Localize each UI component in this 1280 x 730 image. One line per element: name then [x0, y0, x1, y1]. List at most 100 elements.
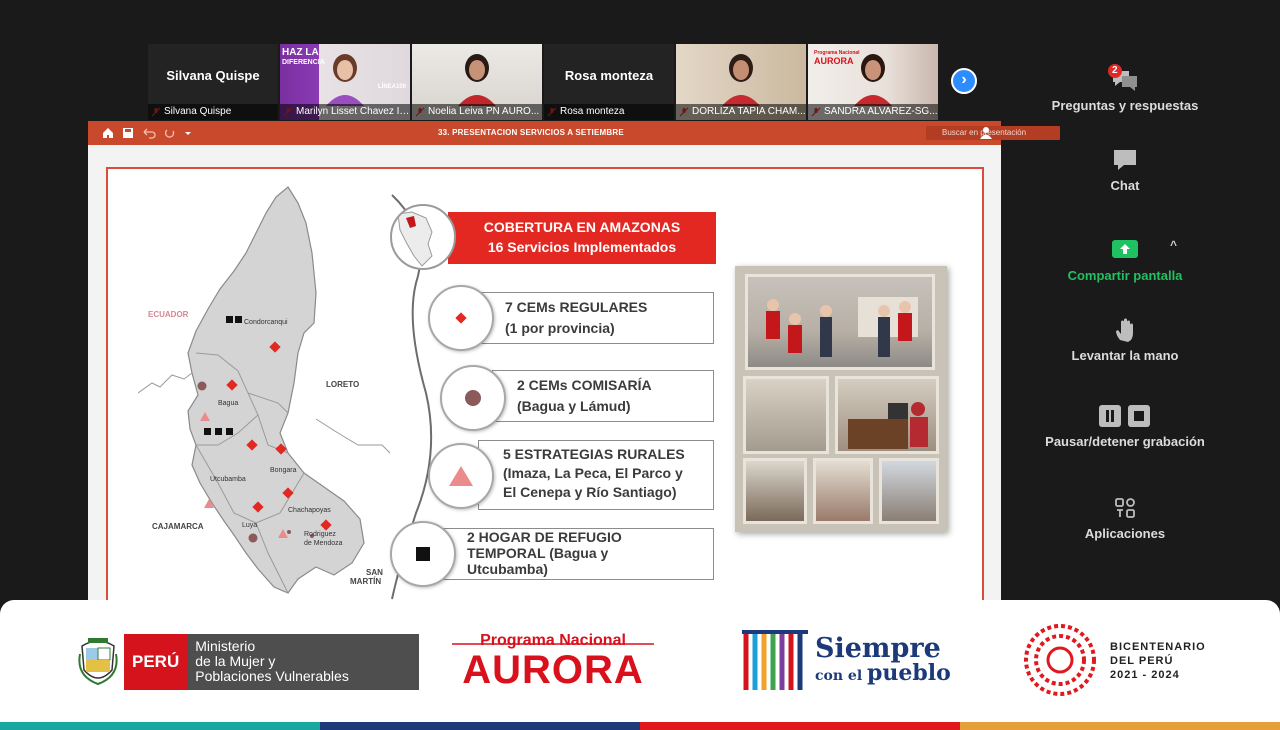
service-item-title: 2 HOGAR DE REFUGIO [467, 529, 622, 545]
qa-button[interactable]: 2 Preguntas y respuestas [1010, 64, 1240, 113]
participant-caption: DORLIZA TAPIA CHAM... [676, 104, 806, 120]
banner-title: COBERTURA EN AMAZONAS [483, 219, 681, 235]
office-photo [743, 376, 829, 454]
redo-icon[interactable] [164, 127, 176, 139]
aurora-rule [452, 643, 654, 645]
participant-tile[interactable]: Programa Nacional AURORA SANDRA ALVAREZ-… [808, 44, 938, 120]
service-item-detail: Utcubamba) [467, 561, 548, 577]
map-label-bagua: Bagua [218, 400, 239, 407]
bicentenario-text: BICENTENARIO DEL PERÚ 2021 - 2024 [1110, 640, 1206, 682]
red-diamond-icon [455, 312, 467, 324]
service-item-hogar: 2 HOGAR DE REFUGIO TEMPORAL (Bagua y Utc… [442, 528, 714, 580]
pink-triangle-icon [449, 466, 473, 486]
customize-toolbar-icon[interactable] [184, 127, 192, 139]
map-label-cajamarca: CAJAMARCA [152, 522, 204, 531]
marker-circle [428, 443, 494, 509]
service-item-title: 7 CEMs REGULARES [505, 299, 648, 315]
map-label-bongara: Bongara [270, 467, 297, 474]
service-item-detail: TEMPORAL (Bagua y [467, 545, 609, 561]
map-label-chachapoyas: Chachapoyas [288, 507, 331, 514]
service-item-title: 2 CEMs COMISARÍA [517, 377, 652, 393]
apps-button[interactable]: Aplicaciones [1010, 496, 1240, 541]
share-person-icon[interactable] [979, 126, 993, 140]
next-participants-button[interactable]: › [951, 68, 977, 94]
apps-icon [1115, 498, 1135, 518]
ministerio-line: de la Mujer y [195, 653, 276, 669]
participant-caption: SANDRA ALVAREZ-SG... [808, 104, 938, 120]
share-screen-button[interactable]: Compartir pantalla ^ [1010, 238, 1240, 283]
tile-overlay-text: HAZ LA [282, 47, 319, 58]
participant-caption: Noelia Leiva PN AURO... [412, 104, 542, 120]
room-photo-3 [879, 458, 939, 524]
marker-circle [428, 285, 494, 351]
participant-tile[interactable]: DORLIZA TAPIA CHAM... [676, 44, 806, 120]
participant-video-icon [458, 54, 496, 106]
raise-hand-label: Levantar la mano [1071, 348, 1179, 363]
participant-video-icon [722, 54, 760, 106]
aurora-wordmark: AURORA [462, 648, 644, 692]
service-item-detail: (Imaza, La Peca, El Parco y [503, 465, 683, 481]
footer-stripe [320, 722, 640, 730]
presentation-toolbar: 33. PRESENTACION SERVICIOS A SETIEMBRE B… [88, 121, 1060, 145]
ministerio-logo: PERÚ Ministerio de la Mujer y Poblacione… [78, 634, 420, 690]
zoom-meeting-window: Silvana Quispe Silvana Quispe HAZ LA DIF… [0, 0, 1280, 730]
service-item-rural: 5 ESTRATEGIAS RURALES (Imaza, La Peca, E… [478, 440, 714, 510]
participant-caption: Silvana Quispe [148, 104, 278, 120]
participant-tile[interactable]: HAZ LA DIFERENCIA LÍNEA100 Marilyn Lisse… [280, 44, 410, 120]
raise-hand-icon [1116, 318, 1133, 342]
raise-hand-button[interactable]: Levantar la mano [1010, 318, 1240, 363]
map-label-condorcanqui: Condorcanqui [244, 319, 288, 326]
participant-name: Silvana Quispe [166, 67, 260, 83]
pause-stop-recording-button[interactable]: Pausar/detener grabación [1010, 404, 1240, 449]
chat-label: Chat [1110, 178, 1140, 193]
map-label-rodriguez: Rodriguez [304, 531, 336, 538]
qa-label: Preguntas y respuestas [1051, 98, 1199, 113]
undo-icon[interactable] [142, 127, 156, 139]
siempre-con-el-pueblo-logo-icon [742, 630, 808, 690]
pause-stop-icon [1099, 405, 1150, 427]
qa-count-badge: 2 [1108, 64, 1122, 78]
desk-photo [835, 376, 939, 454]
footer-stripe [640, 722, 960, 730]
brown-dot-icon [465, 390, 481, 406]
map-label-utcubamba: Utcubamba [210, 476, 246, 483]
slide: ECUADOR LORETO CAJAMARCA SAN MARTÍN Cond… [106, 167, 984, 600]
map-label-de-mendoza: de Mendoza [304, 540, 343, 547]
desk-worker-icon [848, 402, 928, 449]
tile-overlay-text: LÍNEA100 [377, 84, 406, 90]
participant-caption: Marilyn Lisset Chavez Illes... [280, 104, 410, 120]
pueblo-word: pueblo [867, 660, 951, 686]
participant-strip: Silvana Quispe Silvana Quispe HAZ LA DIF… [148, 44, 938, 120]
presentation-search-input[interactable]: Buscar en presentación [926, 126, 1060, 140]
group-photo [745, 274, 935, 370]
amazonas-map [138, 186, 391, 594]
home-icon[interactable] [102, 127, 114, 139]
service-item-title: 5 ESTRATEGIAS RURALES [503, 446, 685, 462]
share-screen-icon [1112, 240, 1138, 258]
ministerio-line: Ministerio [195, 638, 256, 654]
service-item-detail: El Cenepa y Río Santiago) [503, 484, 677, 500]
save-icon[interactable] [122, 127, 134, 139]
participant-tile[interactable]: Noelia Leiva PN AURO... [412, 44, 542, 120]
apps-label: Aplicaciones [1084, 526, 1166, 541]
presentation-title: 33. PRESENTACION SERVICIOS A SETIEMBRE [438, 128, 624, 137]
participant-tile[interactable]: Silvana Quispe Silvana Quispe [148, 44, 278, 120]
peru-locator-globe [390, 204, 456, 270]
bicentenario-line: 2021 - 2024 [1110, 669, 1180, 681]
presentation-canvas: ECUADOR LORETO CAJAMARCA SAN MARTÍN Cond… [88, 145, 1001, 600]
chat-button[interactable]: Chat [1010, 148, 1240, 193]
map-label-loreto: LORETO [326, 380, 360, 389]
peru-label: PERÚ [124, 634, 188, 690]
pause-stop-label: Pausar/detener grabación [1045, 434, 1205, 449]
participant-tile[interactable]: Rosa monteza Rosa monteza [544, 44, 674, 120]
room-photo-2 [813, 458, 873, 524]
participant-video-icon [854, 54, 892, 106]
con-el-word: con el [815, 668, 863, 684]
ministerio-line: Poblaciones Vulnerables [195, 668, 349, 684]
black-square-icon [416, 547, 430, 561]
share-options-caret[interactable]: ^ [1170, 238, 1177, 252]
bicentenario-line: DEL PERÚ [1110, 655, 1174, 667]
participant-name: Rosa monteza [564, 67, 654, 83]
participant-caption: Rosa monteza [544, 104, 674, 120]
coverage-banner: COBERTURA EN AMAZONAS 16 Servicios Imple… [448, 212, 716, 264]
